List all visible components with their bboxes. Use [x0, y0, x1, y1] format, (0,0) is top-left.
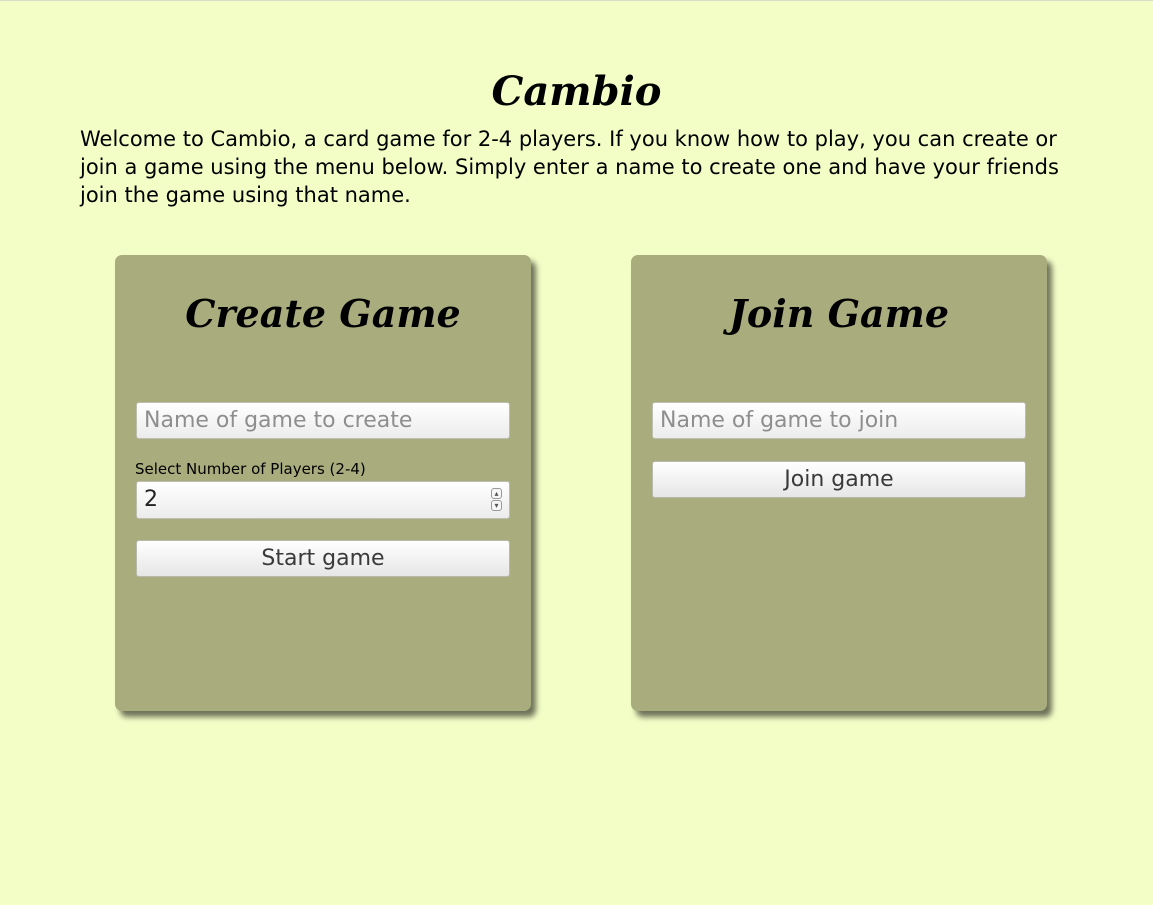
players-value[interactable]: 2 — [144, 487, 158, 513]
join-game-name-input[interactable] — [652, 402, 1026, 439]
stepper-up-icon[interactable]: ▴ — [491, 488, 502, 499]
create-game-card: Create Game Select Number of Players (2-… — [115, 255, 531, 711]
intro-text: Welcome to Cambio, a card game for 2-4 p… — [80, 127, 1059, 207]
start-game-button[interactable]: Start game — [136, 540, 510, 577]
stepper-down-icon[interactable]: ▾ — [491, 500, 502, 511]
join-game-card: Join Game Join game — [631, 255, 1047, 711]
create-game-name-input[interactable] — [136, 402, 510, 439]
join-game-title: Join Game — [728, 291, 950, 336]
players-label: Select Number of Players (2-4) — [135, 460, 366, 478]
players-stepper[interactable]: 2 ▴ ▾ — [136, 481, 510, 519]
page-title: Cambio — [491, 67, 662, 115]
join-game-button[interactable]: Join game — [652, 461, 1026, 498]
create-game-title: Create Game — [185, 291, 461, 336]
